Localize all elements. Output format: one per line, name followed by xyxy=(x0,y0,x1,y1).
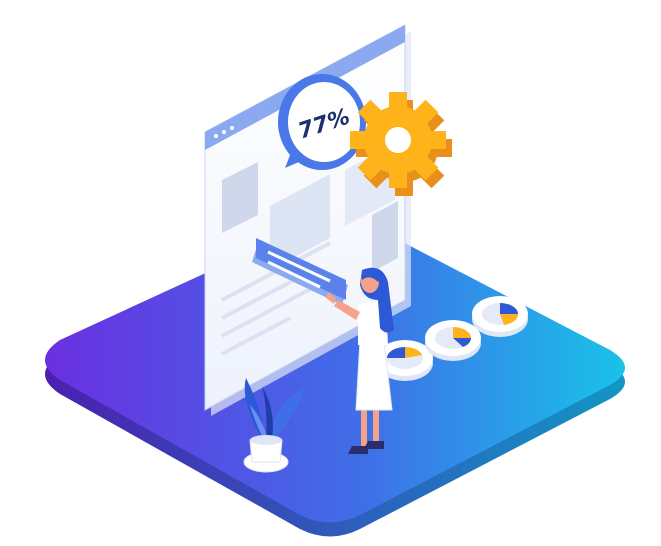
window-dot xyxy=(230,126,234,130)
dashboard-illustration: 77% xyxy=(45,24,625,537)
pie-disk xyxy=(425,320,481,361)
window-dot xyxy=(222,130,226,134)
percentage-badge: 77% xyxy=(278,74,366,170)
pie-disk xyxy=(472,296,528,337)
window-dot xyxy=(214,134,218,138)
